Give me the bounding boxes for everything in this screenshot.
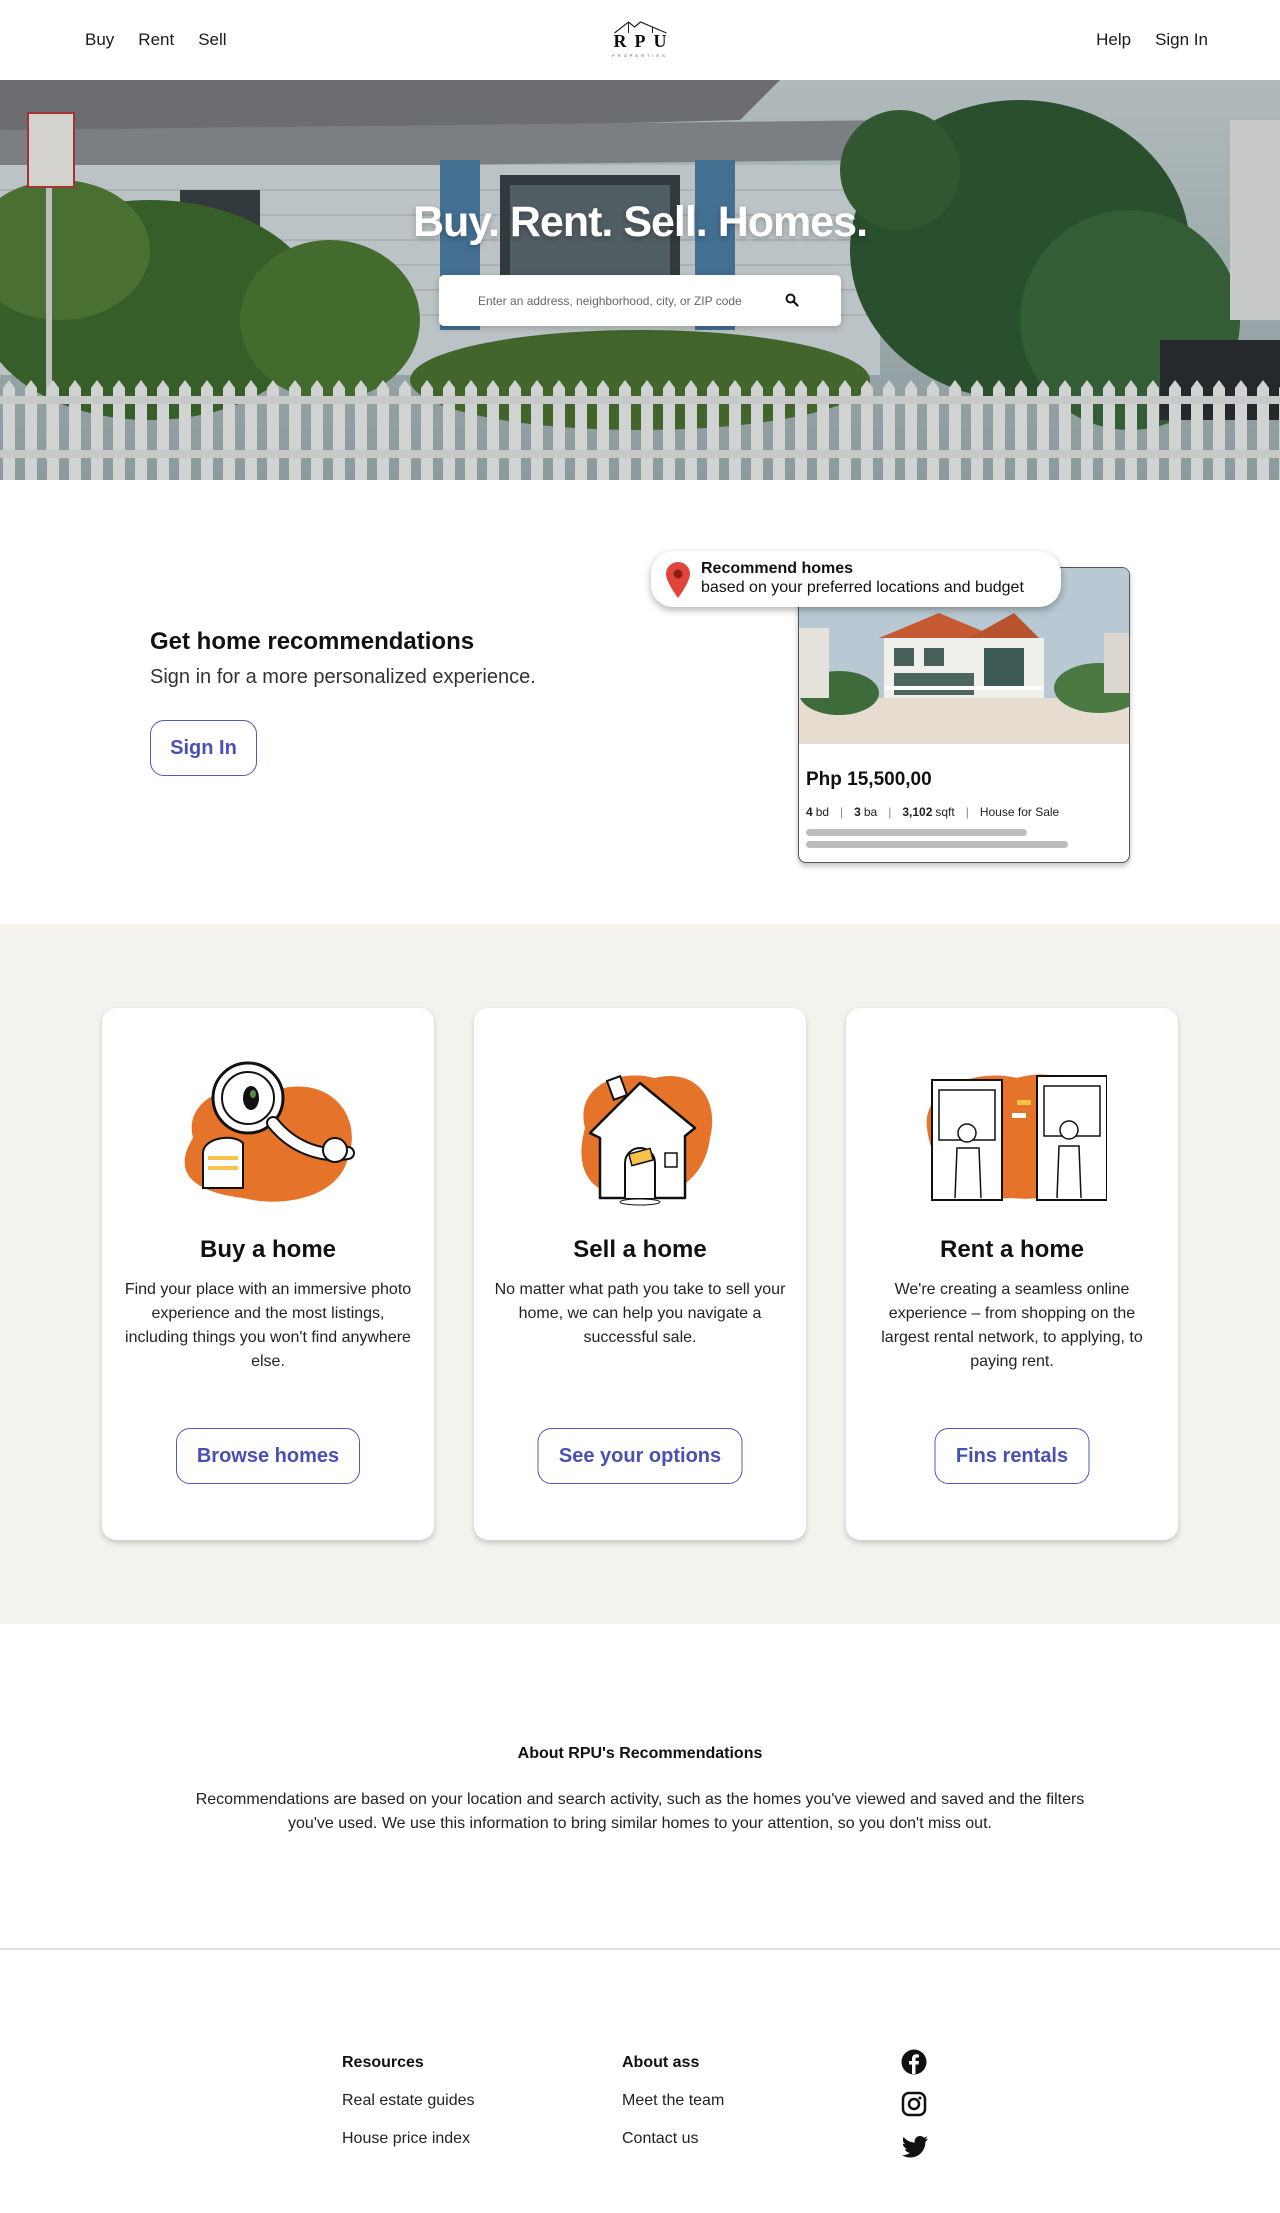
instagram-icon[interactable] [901, 2091, 927, 2117]
search-bar [439, 275, 841, 326]
recommendations-section: Get home recommendations Sign in for a m… [0, 480, 1280, 924]
logo-wordmark: RPU [613, 31, 675, 51]
social-links [901, 2049, 928, 2159]
nav-buy-link[interactable]: Buy [85, 30, 114, 50]
house-illustration [581, 1074, 713, 1206]
footer-link-real-estate-guides[interactable]: Real estate guides [342, 2092, 475, 2110]
location-pin-icon [665, 561, 691, 604]
skeleton-line [806, 841, 1068, 848]
tooltip-body: based on your preferred locations and bu… [701, 579, 1024, 596]
footer-about-column: About ass Meet the team Contact us [622, 2054, 724, 2148]
recommendations-title: Get home recommendations [150, 628, 475, 655]
footer-resources-title: Resources [342, 2054, 424, 2071]
listing-sqft-unit: sqft [935, 805, 955, 819]
rent-title: Rent a home [939, 1236, 1085, 1263]
sell-description: No matter what path you take to sell you… [494, 1281, 786, 1346]
facebook-icon[interactable] [901, 2049, 927, 2075]
nav-help-link[interactable]: Help [1096, 30, 1131, 50]
footer-about-title: About ass [622, 2054, 700, 2071]
nav-sell-link[interactable]: Sell [198, 30, 226, 50]
tooltip-title: Recommend homes [701, 560, 854, 577]
see-options-button[interactable]: See your options [537, 1428, 743, 1484]
search-input[interactable] [478, 293, 778, 308]
listing-beds-value: 4 [806, 805, 813, 819]
find-rentals-button[interactable]: Fins rentals [934, 1428, 1090, 1484]
footer-link-meet-the-team[interactable]: Meet the team [622, 2092, 724, 2110]
twitter-icon[interactable] [901, 2133, 928, 2159]
listing-sqft-value: 3,102 [902, 805, 933, 819]
meta-divider: | [840, 805, 844, 819]
listing-baths-unit: ba [863, 805, 878, 819]
about-recommendations-section: About RPU's Recommendations Recommendati… [0, 1624, 1280, 1950]
buy-card: Buy a home Find your place with an immer… [102, 1008, 434, 1540]
sell-card: Sell a home No matter what path you take… [474, 1008, 806, 1540]
meta-divider: | [965, 805, 969, 819]
site-footer: Resources Real estate guides House price… [0, 1950, 1280, 2181]
services-section: Buy a home Find your place with an immer… [0, 924, 1280, 1624]
sample-listing-card[interactable]: Php 15,500,00 4 bd | 3 ba | 3,102 sqft | Ho… [798, 567, 1130, 863]
nav-rent-link[interactable]: Rent [138, 30, 174, 50]
listing-meta: 4 bd | 3 ba | 3,102 sqft | House for Sale [806, 805, 1059, 819]
hero-banner: Buy. Rent. Sell. Homes. [0, 80, 1280, 480]
brand-logo[interactable]: RPU PROPERTIES [606, 20, 675, 58]
top-nav: Buy Rent Sell RPU PROPERTIES Help Sign I… [0, 0, 1280, 80]
primary-nav: Buy Rent Sell [85, 30, 227, 50]
footer-link-contact-us[interactable]: Contact us [622, 2130, 724, 2148]
browse-homes-button[interactable]: Browse homes [176, 1428, 360, 1484]
magnifier-person-illustration [184, 1061, 355, 1202]
nav-signin-link[interactable]: Sign In [1155, 30, 1208, 50]
buy-title: Buy a home [199, 1236, 337, 1263]
secondary-nav: Help Sign In [1096, 30, 1208, 50]
logo-subtext: PROPERTIES [612, 53, 668, 58]
skeleton-line [806, 829, 1027, 836]
about-body: Recommendations are based on your locati… [195, 1791, 1085, 1832]
rent-description: We're creating a seamless online experie… [881, 1281, 1143, 1370]
sell-title: Sell a home [573, 1236, 707, 1263]
footer-resources-column: Resources Real estate guides House price… [342, 2054, 475, 2148]
buy-description: Find your place with an immersive photo … [124, 1281, 412, 1370]
footer-link-house-price-index[interactable]: House price index [342, 2130, 475, 2148]
listing-price: Php 15,500,00 [806, 769, 932, 790]
search-icon[interactable] [782, 290, 802, 310]
about-title: About RPU's Recommendations [517, 1745, 763, 1762]
recommend-tooltip: Recommend homes based on your preferred … [651, 551, 1061, 607]
listing-beds-unit: bd [815, 805, 830, 819]
listing-baths-value: 3 [854, 805, 861, 819]
hero-title: Buy. Rent. Sell. Homes. [412, 198, 868, 246]
recommendations-subtitle: Sign in for a more personalized experien… [150, 666, 536, 688]
windows-neighbors-illustration [926, 1074, 1107, 1201]
recommendations-signin-button[interactable]: Sign In [150, 720, 257, 776]
rent-card: Rent a home We're creating a seamless on… [846, 1008, 1178, 1540]
listing-type: House for Sale [979, 805, 1060, 819]
meta-divider: | [888, 805, 892, 819]
